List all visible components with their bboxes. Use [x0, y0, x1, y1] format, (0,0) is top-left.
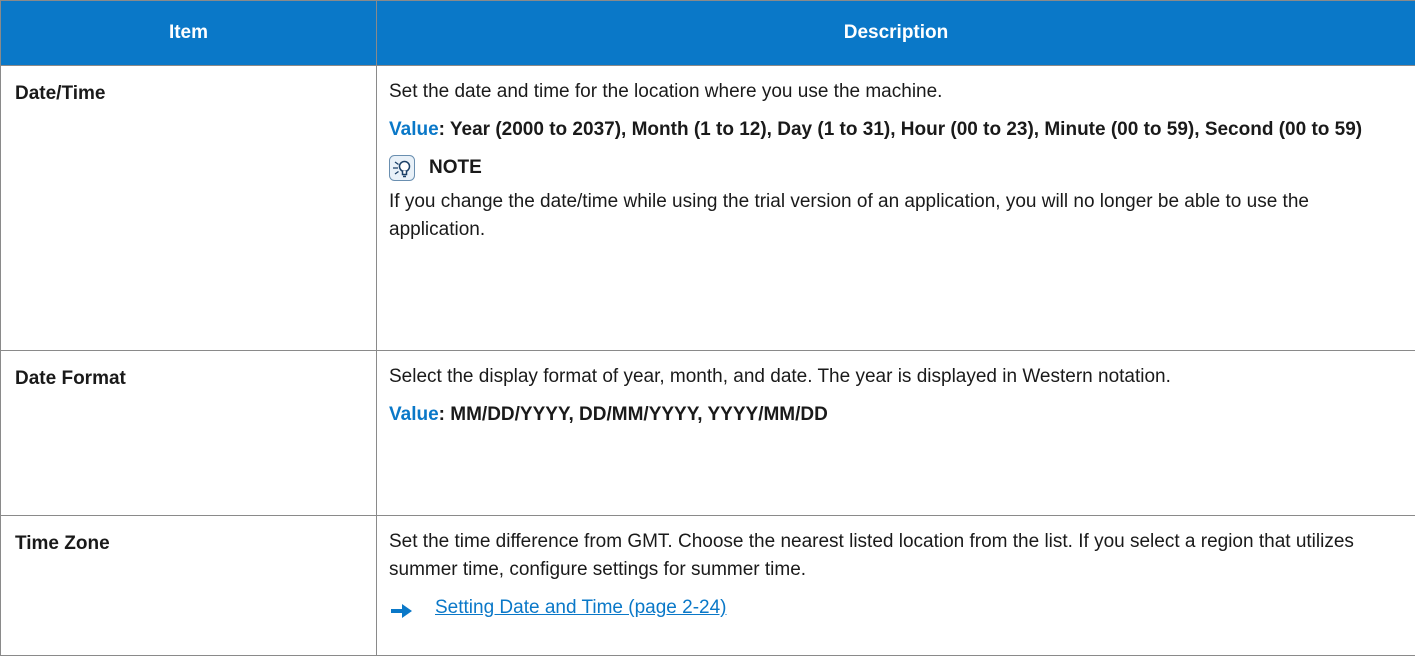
row-item-date-format: Date Format — [1, 351, 377, 516]
table-row: Date/Time Set the date and time for the … — [1, 66, 1415, 351]
table-row: Time Zone Set the time difference from G… — [1, 516, 1415, 656]
note-title: NOTE — [429, 154, 482, 182]
desc-text: Select the display format of year, month… — [389, 363, 1403, 391]
settings-table: Item Description Date/Time Set the date … — [0, 0, 1415, 656]
header-description: Description — [377, 1, 1415, 66]
value-text: : Year (2000 to 2037), Month (1 to 12), … — [439, 119, 1362, 140]
row-item-time-zone: Time Zone — [1, 516, 377, 656]
value-text: : MM/DD/YYYY, DD/MM/YYYY, YYYY/MM/DD — [439, 404, 828, 425]
value-label: Value — [389, 119, 439, 140]
row-desc-date-time: Set the date and time for the location w… — [377, 66, 1415, 351]
value-line: Value: Year (2000 to 2037), Month (1 to … — [389, 116, 1403, 144]
right-arrow-icon — [391, 600, 413, 616]
link-row: Setting Date and Time (page 2-24) — [389, 594, 1403, 622]
setting-date-time-link[interactable]: Setting Date and Time (page 2-24) — [435, 594, 727, 622]
note-header: NOTE — [389, 154, 1403, 182]
row-item-date-time: Date/Time — [1, 66, 377, 351]
note-text: If you change the date/time while using … — [389, 188, 1403, 244]
lightbulb-note-icon — [389, 155, 415, 181]
row-desc-date-format: Select the display format of year, month… — [377, 351, 1415, 516]
header-item: Item — [1, 1, 377, 66]
desc-text: Set the date and time for the location w… — [389, 78, 1403, 106]
value-label: Value — [389, 404, 439, 425]
table-row: Date Format Select the display format of… — [1, 351, 1415, 516]
value-line: Value: MM/DD/YYYY, DD/MM/YYYY, YYYY/MM/D… — [389, 401, 1403, 429]
desc-text: Set the time difference from GMT. Choose… — [389, 528, 1403, 584]
table-header-row: Item Description — [1, 1, 1415, 66]
row-desc-time-zone: Set the time difference from GMT. Choose… — [377, 516, 1415, 656]
